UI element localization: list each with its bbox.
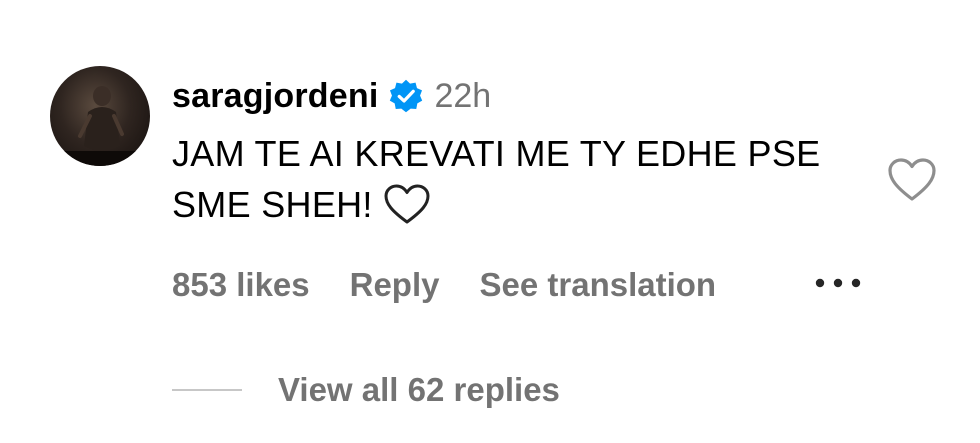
see-translation-button[interactable]: See translation (480, 266, 717, 304)
comment-header: saragjordeni 22h (172, 74, 491, 118)
white-heart-icon (383, 183, 431, 225)
comment-actions: 853 likes Reply See translation (172, 262, 756, 308)
replies-divider (172, 389, 242, 391)
verified-badge-icon (388, 78, 424, 114)
comment: saragjordeni 22h JAM TE AI KREVATI ME TY… (0, 0, 980, 443)
comment-body: JAM TE AI KREVATI ME TY EDHE PSE SME SHE… (172, 133, 821, 225)
timestamp[interactable]: 22h (434, 77, 491, 116)
reply-button[interactable]: Reply (350, 266, 440, 304)
view-replies-label: View all 62 replies (278, 371, 560, 408)
more-options-button[interactable] (810, 268, 866, 298)
avatar[interactable] (50, 66, 150, 166)
comment-text: JAM TE AI KREVATI ME TY EDHE PSE SME SHE… (172, 128, 832, 230)
avatar-photo (50, 86, 150, 166)
likes-count[interactable]: 853 likes (172, 266, 310, 304)
username[interactable]: saragjordeni (172, 77, 378, 116)
like-button[interactable] (886, 156, 938, 204)
heart-outline-icon (888, 158, 936, 201)
view-replies-button[interactable]: View all 62 replies (172, 367, 560, 413)
more-horizontal-icon (815, 278, 861, 288)
